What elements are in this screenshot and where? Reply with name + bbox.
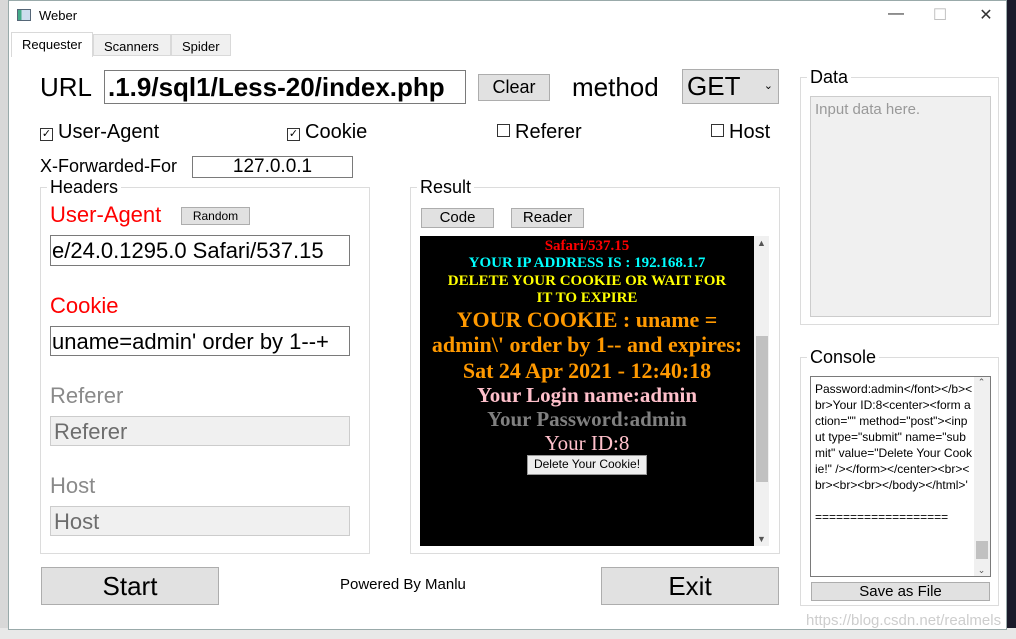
checkbox-user-agent[interactable]: ✓ User-Agent [40, 121, 159, 144]
xff-label: X-Forwarded-For [40, 156, 178, 176]
tab-scanners[interactable]: Scanners [93, 34, 171, 56]
console-legend: Console [807, 347, 880, 368]
window-title: Weber [39, 8, 78, 23]
tab-spider[interactable]: Spider [171, 34, 231, 56]
scroll-down-icon[interactable]: ▼ [754, 534, 769, 544]
data-legend: Data [807, 67, 852, 88]
console-text: Password:admin</font></b><br>Your ID:8<c… [815, 382, 973, 524]
headers-legend: Headers [47, 177, 122, 198]
result-scrollbar[interactable]: ▲ ▼ [754, 236, 769, 546]
watermark: https://blog.csdn.net/realmels [806, 612, 1002, 629]
checkbox-unchecked-icon [497, 124, 510, 137]
checkbox-label: User-Agent [58, 121, 160, 143]
host-label: Host [50, 473, 96, 498]
xff-input[interactable]: 127.0.0.1 [192, 156, 353, 178]
scrollbar-thumb[interactable] [756, 336, 768, 482]
scroll-up-icon[interactable]: ⌃ [974, 377, 989, 388]
checkbox-label: Referer [515, 121, 582, 143]
checkbox-checked-icon: ✓ [40, 128, 53, 141]
maximize-button[interactable]: ☐ [925, 5, 955, 25]
scroll-down-icon[interactable]: ⌄ [974, 565, 989, 576]
powered-by-label: Powered By Manlu [340, 576, 466, 593]
random-button[interactable]: Random [181, 207, 250, 225]
host-input[interactable]: Host [50, 506, 350, 536]
user-agent-label: User-Agent [50, 202, 162, 227]
result-legend: Result [417, 177, 475, 198]
code-button[interactable]: Code [421, 208, 494, 228]
scroll-up-icon[interactable]: ▲ [754, 238, 769, 248]
delete-cookie-button[interactable]: Delete Your Cookie! [526, 455, 648, 476]
referer-input[interactable]: Referer [50, 416, 350, 446]
url-input[interactable]: .1.9/sql1/Less-20/index.php [104, 70, 466, 104]
minimize-button[interactable]: — [881, 5, 911, 23]
background-window [1006, 0, 1016, 639]
result-line: Your ID:8 [544, 431, 630, 456]
result-line: DELETE YOUR COOKIE OR WAIT FOR IT TO EXP… [447, 272, 727, 306]
checkbox-cookie[interactable]: ✓ Cookie [287, 121, 367, 144]
app-icon [17, 9, 31, 21]
clear-button[interactable]: Clear [478, 74, 550, 101]
url-label: URL [40, 72, 93, 102]
result-line: YOUR IP ADDRESS IS : 192.168.1.7 [468, 255, 706, 272]
scrollbar-thumb[interactable] [976, 541, 988, 559]
console-scrollbar[interactable]: ⌃ ⌄ [974, 377, 990, 576]
console-textarea[interactable]: Password:admin</font></b><br>Your ID:8<c… [810, 376, 991, 577]
checkbox-host[interactable]: Host [711, 121, 770, 144]
method-label: method [572, 72, 659, 102]
cookie-input[interactable]: uname=admin' order by 1--+ [50, 326, 350, 356]
checkbox-referer[interactable]: Referer [497, 121, 582, 144]
result-line: YOUR COOKIE : uname = admin\' order by 1… [431, 307, 743, 383]
method-select[interactable]: GET ⌄ [682, 69, 779, 104]
user-agent-input[interactable]: e/24.0.1295.0 Safari/537.15 [50, 235, 350, 266]
cookie-label: Cookie [50, 293, 119, 318]
data-textarea[interactable]: Input data here. [810, 96, 991, 317]
result-browser-view: Safari/537.15 YOUR IP ADDRESS IS : 192.1… [420, 236, 754, 546]
method-value: GET [687, 71, 741, 101]
start-button[interactable]: Start [41, 567, 219, 605]
chevron-down-icon: ⌄ [763, 80, 773, 92]
save-as-file-button[interactable]: Save as File [811, 582, 990, 601]
checkbox-label: Host [729, 121, 771, 143]
exit-button[interactable]: Exit [601, 567, 779, 605]
close-button[interactable]: ✕ [971, 5, 1001, 25]
checkbox-unchecked-icon [711, 124, 724, 137]
referer-label: Referer [50, 383, 124, 408]
result-line: Safari/537.15 [544, 238, 630, 254]
checkbox-checked-icon: ✓ [287, 128, 300, 141]
reader-button[interactable]: Reader [511, 208, 584, 228]
checkbox-label: Cookie [305, 121, 368, 143]
result-line: Your Password:admin [487, 407, 687, 432]
tab-requester[interactable]: Requester [11, 32, 93, 57]
result-line: Your Login name:admin [476, 382, 698, 407]
